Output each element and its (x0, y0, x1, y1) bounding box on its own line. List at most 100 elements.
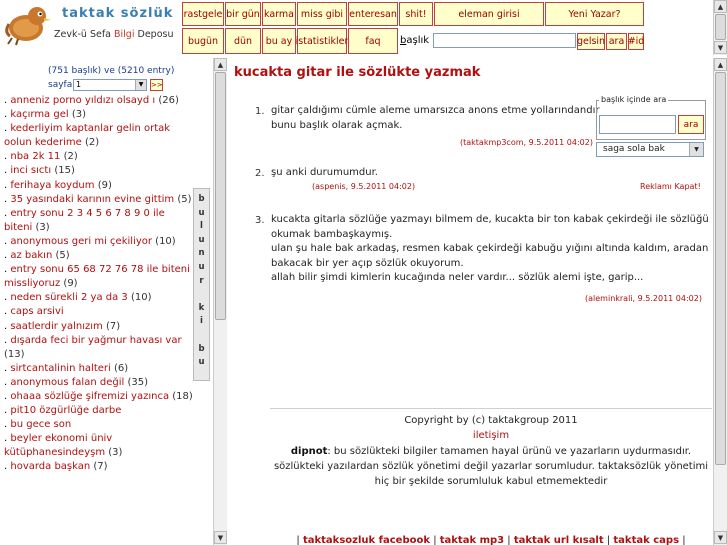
footer-link[interactable]: taktak url kısalt (514, 535, 604, 545)
topic-list-item[interactable]: . anonymous geri mi çekiliyor (10) (4, 235, 194, 249)
topic-list-item[interactable]: . dışarda feci bir yağmur havası var (13… (4, 334, 194, 362)
topic-title[interactable]: inci sıctı (10, 165, 51, 176)
topic-title[interactable]: 35 yasındaki karının evine gittim (10, 194, 174, 205)
topic-list-item[interactable]: . hovarda başkan (7) (4, 460, 194, 474)
topic-list-item[interactable]: . bu gece son (4, 418, 194, 432)
topic-list-item[interactable]: . kaçırma gel (3) (4, 108, 194, 122)
scroll-down-icon[interactable]: ▼ (714, 531, 727, 544)
nav-dun[interactable]: dün (225, 28, 261, 54)
scroll-up-icon[interactable]: ▲ (214, 58, 227, 71)
page-go-button[interactable]: >> (150, 79, 163, 91)
topic-title[interactable]: anonymous falan değil (10, 377, 124, 388)
topic-search-input[interactable] (599, 115, 676, 134)
sort-select[interactable]: saga sola bak ▼ (596, 142, 704, 157)
scroll-down-icon[interactable]: ▼ (214, 531, 227, 544)
topic-title[interactable]: sirtcantalinin halteri (10, 363, 110, 374)
topic-list-item[interactable]: . inci sıctı (15) (4, 164, 194, 178)
entry-meta: (aspenis, 9.5.2011 04:02) (312, 182, 416, 191)
topic-list-item[interactable]: . anneniz porno yıldızı olsayd ı (26) (4, 94, 194, 108)
page-title[interactable]: kucakta gitar ile sözlükte yazmak (234, 65, 480, 80)
nav-yeni-yazar[interactable]: Yeni Yazar? (545, 2, 644, 26)
entry-author[interactable]: taktakmp3com (463, 138, 523, 147)
footer-link[interactable]: taktaksozluk facebook (303, 535, 430, 545)
contact-link[interactable]: iletişim (270, 430, 712, 441)
entry-number: 2. (255, 168, 265, 179)
side-tab-letter: k (198, 302, 205, 313)
topic-search-legend: başlık içinde ara (599, 95, 669, 104)
topic-list-item[interactable]: . entry sonu 65 68 72 76 78 ile biteni m… (4, 263, 194, 291)
topic-list-item[interactable]: . saatlerdir yalnızım (7) (4, 320, 194, 334)
topic-title[interactable]: saatlerdir yalnızım (10, 321, 102, 332)
topic-count: (2) (63, 151, 78, 163)
nav-bu-ay[interactable]: bu ay (262, 28, 296, 54)
search-id-button[interactable]: #id (628, 33, 644, 50)
topic-title[interactable]: hovarda başkan (10, 461, 90, 472)
topic-search-button[interactable]: ara (678, 115, 704, 134)
topic-list-item[interactable]: . az bakın (5) (4, 249, 194, 263)
topic-list-item[interactable]: . anonymous falan değil (35) (4, 376, 194, 390)
topic-list-item[interactable]: . beyler ekonomi üniv kütüphanesindeyşm … (4, 432, 194, 460)
search-go-button[interactable]: gelsin (577, 33, 605, 50)
topic-title[interactable]: anneniz porno yıldızı olsayd ı (10, 95, 155, 106)
topic-list-item[interactable]: . caps arsivi (4, 305, 194, 319)
page-select[interactable]: 1 ▼ (73, 79, 147, 91)
scroll-up-icon[interactable]: ▲ (714, 0, 727, 13)
topic-list-item[interactable]: . kederliyim kaptanlar gelin ortak oolun… (4, 122, 194, 150)
topic-title[interactable]: dışarda feci bir yağmur havası var (10, 335, 181, 346)
topic-list-item[interactable]: . ferihaya koydum (9) (4, 179, 194, 193)
topic-title[interactable]: nba 2k 11 (10, 151, 60, 162)
scroll-up-icon[interactable]: ▲ (714, 58, 727, 71)
close-ad-link[interactable]: Reklamı Kapat! (640, 182, 701, 191)
scroll-down-icon[interactable]: ▼ (714, 41, 727, 54)
scroll-thumb[interactable] (215, 72, 226, 320)
topic-title[interactable]: ferihaya koydum (10, 180, 94, 191)
search-ara-button[interactable]: ara (606, 33, 627, 50)
search-input[interactable] (433, 33, 576, 48)
topic-title[interactable]: neden sürekli 2 ya da 3 (10, 292, 127, 303)
nav-karma[interactable]: karma (262, 2, 296, 26)
side-tab-bulunur[interactable]: bulunurkibu (193, 188, 210, 381)
topic-title[interactable]: beyler ekonomi üniv kütüphanesindeyşm (4, 433, 112, 458)
topic-title[interactable]: bu gece son (10, 419, 71, 430)
topic-list-item[interactable]: . entry sonu 2 3 4 5 6 7 8 9 0 ile biten… (4, 207, 194, 235)
topic-title[interactable]: anonymous geri mi çekiliyor (10, 236, 152, 247)
topic-title[interactable]: entry sonu 2 3 4 5 6 7 8 9 0 ile biteni (4, 208, 165, 233)
entry-author[interactable]: aleminkrali (588, 294, 632, 303)
nav-bir-gun[interactable]: bir gün (225, 2, 261, 26)
topic-title[interactable]: pit10 özgürlüğe darbe (10, 405, 121, 416)
topic-title[interactable]: az bakın (10, 250, 52, 261)
site-title[interactable]: taktak sözlük (62, 6, 173, 21)
nav-enteresan[interactable]: enteresan (348, 2, 398, 26)
topic-count: (9) (63, 278, 78, 290)
nav-bugun[interactable]: bugün (182, 28, 224, 54)
scroll-thumb[interactable] (715, 14, 726, 40)
footer-link[interactable]: taktak mp3 (440, 535, 504, 545)
topic-title[interactable]: entry sonu 65 68 72 76 78 ile biteni mis… (4, 264, 190, 289)
topic-list-item[interactable]: . sirtcantalinin halteri (6) (4, 362, 194, 376)
mascot-logo-icon[interactable] (4, 2, 54, 46)
scroll-thumb[interactable] (715, 72, 726, 465)
topic-list-item[interactable]: . nba 2k 11 (2) (4, 150, 194, 164)
topic-title[interactable]: caps arsivi (10, 306, 63, 317)
nav-rastgele[interactable]: rastgele (182, 2, 224, 26)
topic-list-item[interactable]: . 35 yasındaki karının evine gittim (5) (4, 193, 194, 207)
topic-count: (5) (177, 193, 192, 205)
topic-title[interactable]: kaçırma gel (10, 109, 68, 120)
disclaimer-line: sözlükteki yazılardan sözlük yönetimi de… (273, 461, 709, 472)
nav-faq[interactable]: faq (348, 28, 398, 54)
main-scrollbar[interactable]: ▲ ▼ (713, 58, 727, 545)
nav-eleman-girisi[interactable]: eleman girisi (434, 2, 544, 26)
topic-list: . anneniz porno yıldızı olsayd ı (26). k… (4, 94, 194, 475)
topic-title[interactable]: ohaaa sözlüğe şifremizi yazınca (10, 391, 169, 402)
entry-author[interactable]: aspenis (315, 182, 346, 191)
footer-link[interactable]: taktak caps (613, 535, 679, 545)
topic-list-item[interactable]: . pit10 özgürlüğe darbe (4, 404, 194, 418)
nav-istatistikler[interactable]: istatistikler (296, 28, 348, 54)
nav-miss-gibi[interactable]: miss gibi (297, 2, 347, 26)
header-scrollbar[interactable]: ▲ ▼ (713, 0, 727, 55)
topic-list-item[interactable]: . ohaaa sözlüğe şifremizi yazınca (18) (4, 390, 194, 404)
sidebar-scrollbar[interactable]: ▲ ▼ (213, 58, 227, 545)
topic-list-item[interactable]: . neden sürekli 2 ya da 3 (10) (4, 291, 194, 305)
nav-shit[interactable]: shit! (399, 2, 433, 26)
side-tab-letter: l (200, 221, 203, 232)
